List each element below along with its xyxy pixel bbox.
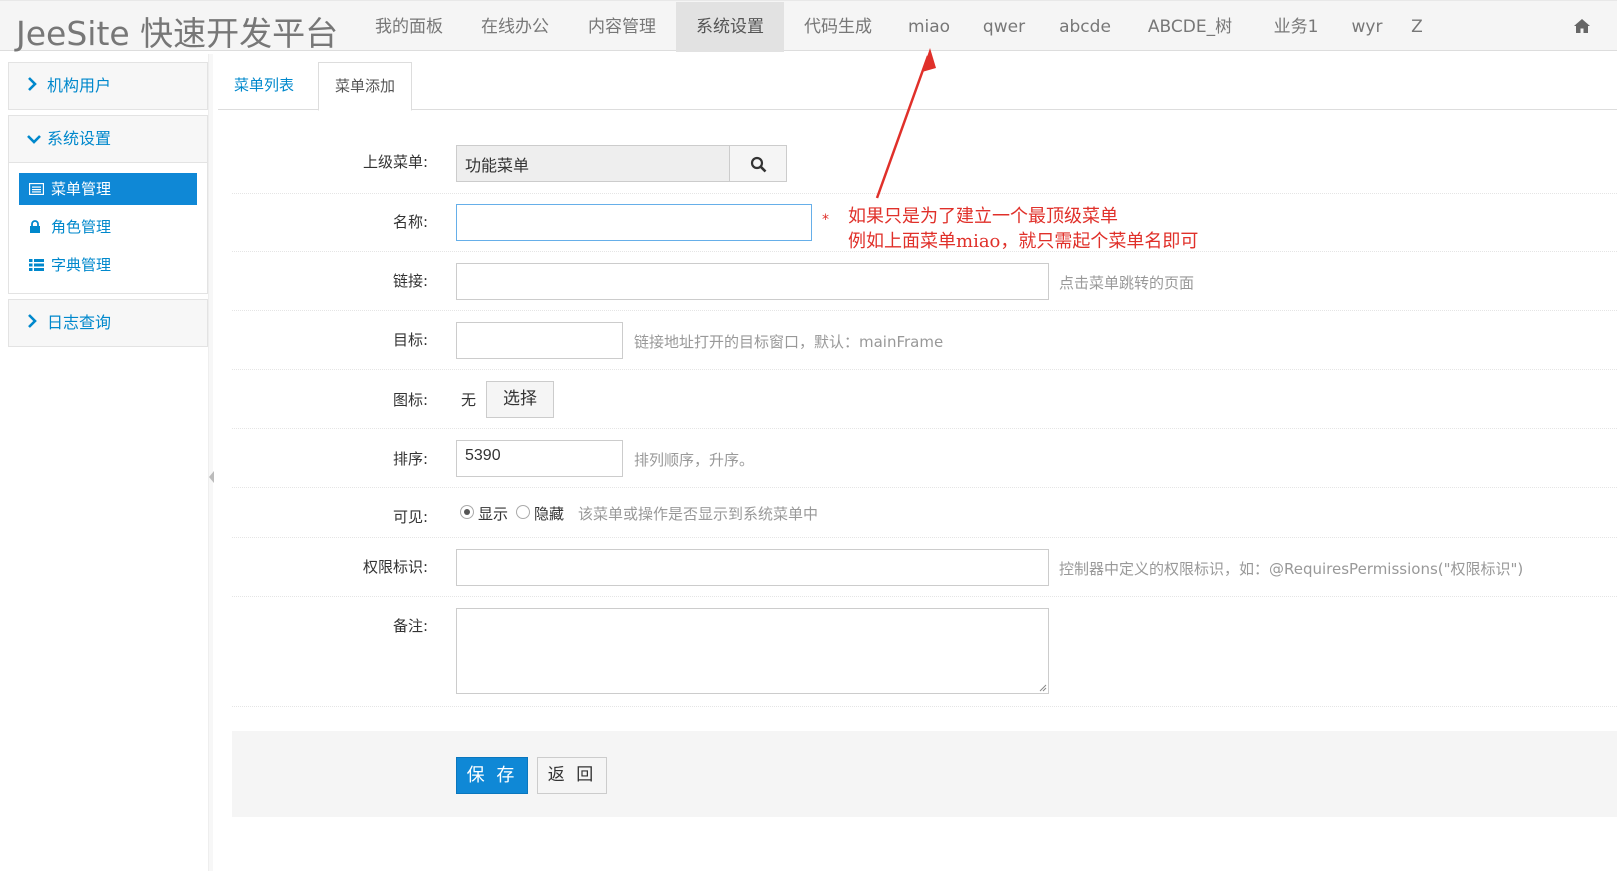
annotation-arrow	[875, 48, 936, 199]
annotation-text-line2: 例如上面菜单miao，就只需起个菜单名即可	[848, 231, 1199, 252]
annotation-text-line1: 如果只是为了建立一个最顶级菜单	[848, 206, 1118, 227]
